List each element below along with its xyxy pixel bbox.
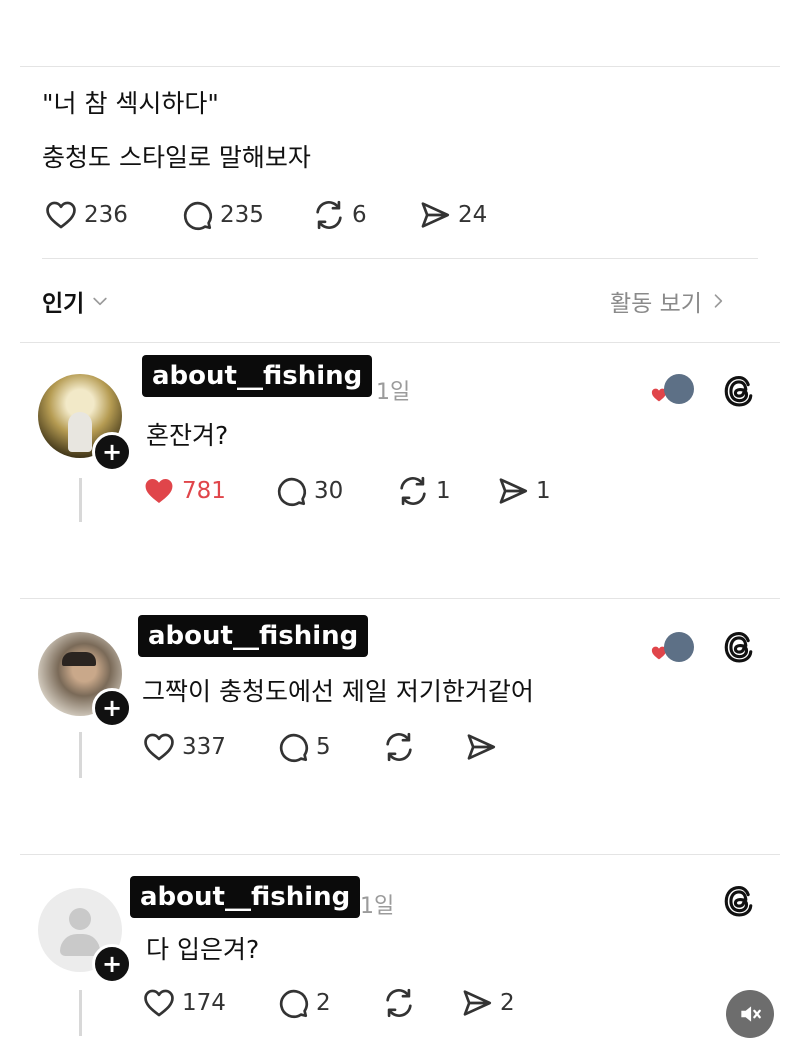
post-repost-button[interactable]: 6	[312, 198, 367, 232]
comment-username[interactable]: about__fishing	[130, 876, 361, 918]
comment-repost-button[interactable]: 1	[396, 474, 451, 508]
share-icon	[464, 730, 498, 764]
comment-reply-count: 30	[314, 478, 344, 504]
author-avatar-mini	[664, 632, 694, 662]
comment-like-button[interactable]: 337	[142, 730, 226, 764]
post-share-count: 24	[458, 202, 488, 228]
follow-plus-button[interactable]: +	[92, 944, 132, 984]
comment-repost-button[interactable]	[382, 986, 416, 1020]
repost-icon	[312, 198, 346, 232]
comment-share-button[interactable]: 1	[496, 474, 551, 508]
reply-icon	[276, 986, 310, 1020]
share-icon	[418, 198, 452, 232]
comment-repost-count: 1	[436, 478, 451, 504]
comment-divider	[20, 598, 780, 599]
view-activity-label: 활동 보기	[610, 291, 702, 317]
comment-username[interactable]: about__fishing	[142, 355, 373, 397]
threads-logo-icon[interactable]	[722, 630, 756, 664]
repost-icon	[396, 474, 430, 508]
reply-icon	[276, 730, 310, 764]
comment-timestamp: 1일	[360, 894, 395, 919]
post-like-count: 236	[84, 202, 128, 228]
post-text-line-1: "너 참 섹시하다"	[42, 89, 219, 118]
post-divider	[42, 258, 758, 259]
repost-icon	[382, 730, 416, 764]
comment-username[interactable]: about__fishing	[138, 615, 369, 657]
heart-icon	[142, 986, 176, 1020]
author-liked-indicator	[650, 630, 694, 666]
heart-icon	[44, 198, 78, 232]
follow-plus-button[interactable]: +	[92, 688, 132, 728]
mute-button[interactable]	[726, 990, 774, 1038]
threads-logo-icon[interactable]	[722, 884, 756, 918]
thread-line	[79, 732, 82, 778]
plus-icon: +	[101, 950, 123, 978]
reply-icon	[180, 198, 214, 232]
sort-dropdown[interactable]: 인기	[42, 284, 110, 318]
plus-icon: +	[101, 438, 123, 466]
chevron-right-icon	[714, 294, 723, 308]
share-icon	[460, 986, 494, 1020]
author-liked-indicator	[650, 372, 694, 408]
heart-icon	[142, 730, 176, 764]
comment-like-count: 337	[182, 734, 226, 760]
comment-repost-button[interactable]	[382, 730, 416, 764]
follow-plus-button[interactable]: +	[92, 432, 132, 472]
post-text-line-2: 충청도 스타일로 말해보자	[42, 143, 311, 172]
view-activity-link[interactable]: 활동 보기	[610, 284, 728, 318]
heart-filled-icon	[142, 474, 176, 508]
comment-like-button[interactable]: 174	[142, 986, 226, 1020]
comment-reply-count: 2	[316, 990, 331, 1016]
comments-divider	[20, 342, 780, 343]
comment-share-button[interactable]	[464, 730, 498, 764]
repost-icon	[382, 986, 416, 1020]
comment-divider	[20, 854, 780, 855]
comment-text: 그짝이 충청도에선 제일 저기한거같어	[142, 677, 534, 706]
comment-share-button[interactable]: 2	[460, 986, 515, 1020]
top-divider	[20, 66, 780, 67]
plus-icon: +	[101, 694, 123, 722]
post-reply-count: 235	[220, 202, 264, 228]
comment-share-count: 2	[500, 990, 515, 1016]
post-like-button[interactable]: 236	[44, 198, 128, 232]
reply-icon	[274, 474, 308, 508]
post-repost-count: 6	[352, 202, 367, 228]
comment-reply-button[interactable]: 30	[274, 474, 343, 508]
comment-like-count: 781	[182, 478, 226, 504]
thread-line	[79, 990, 82, 1036]
comment-like-button[interactable]: 781	[142, 474, 226, 508]
comment-reply-button[interactable]: 2	[276, 986, 331, 1020]
thread-line	[79, 478, 82, 522]
mute-icon	[741, 1006, 761, 1022]
comment-like-count: 174	[182, 990, 226, 1016]
comment-reply-button[interactable]: 5	[276, 730, 331, 764]
comment-timestamp: 1일	[376, 380, 411, 405]
threads-logo-icon[interactable]	[722, 374, 756, 408]
post-share-button[interactable]: 24	[418, 198, 487, 232]
comment-reply-count: 5	[316, 734, 331, 760]
post-reply-button[interactable]: 235	[180, 198, 264, 232]
comment-share-count: 1	[536, 478, 551, 504]
chevron-down-icon	[93, 297, 107, 306]
comment-text: 혼잔겨?	[146, 421, 229, 450]
sort-label: 인기	[42, 291, 85, 317]
share-icon	[496, 474, 530, 508]
comment-text: 다 입은겨?	[146, 935, 260, 964]
author-avatar-mini	[664, 374, 694, 404]
default-avatar-icon	[69, 908, 91, 930]
